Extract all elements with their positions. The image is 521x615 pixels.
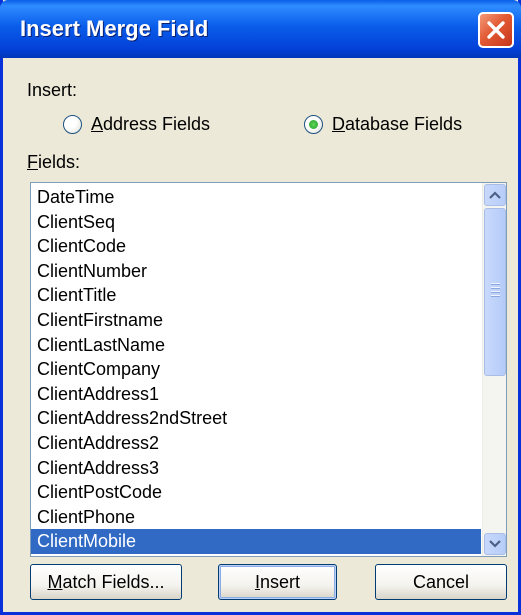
list-item[interactable]: ClientMobile — [31, 529, 481, 554]
database-fields-label: Database Fields — [332, 114, 463, 134]
title-bar[interactable]: Insert Merge Field — [0, 0, 521, 58]
thumb-grip — [491, 295, 500, 296]
list-item[interactable]: ClientFirstname — [31, 308, 481, 333]
fields-label: Fields: — [27, 152, 81, 172]
list-item[interactable]: ClientAddress1 — [31, 382, 481, 407]
chevron-up-icon — [489, 191, 501, 199]
radio-selected-dot — [309, 120, 318, 129]
insert-button[interactable]: Insert — [218, 564, 337, 600]
thumb-grip — [491, 291, 500, 292]
vertical-scrollbar[interactable] — [482, 183, 506, 556]
list-item[interactable]: ClientPhone — [31, 505, 481, 530]
radio-circle — [304, 115, 323, 134]
list-item[interactable]: ClientTitle — [31, 283, 481, 308]
list-item[interactable]: DateTime — [31, 185, 481, 210]
list-item[interactable]: ClientAddress2 — [31, 431, 481, 456]
dialog-title: Insert Merge Field — [20, 16, 209, 41]
close-icon — [487, 21, 505, 39]
database-fields-radio[interactable]: Database Fields — [304, 114, 462, 135]
close-button[interactable] — [478, 12, 514, 48]
address-fields-radio[interactable]: Address Fields — [63, 114, 210, 135]
list-item[interactable]: ClientLastName — [31, 333, 481, 358]
radio-circle — [63, 115, 82, 134]
cancel-button[interactable]: Cancel — [375, 564, 507, 600]
list-item[interactable]: ClientCompany — [31, 357, 481, 382]
list-item[interactable]: ClientAddress3 — [31, 456, 481, 481]
list-item[interactable]: ClientAddress2ndStreet — [31, 406, 481, 431]
insert-merge-field-dialog: Insert Merge Field Insert: Address Field… — [0, 0, 521, 615]
chevron-down-icon — [489, 540, 501, 548]
match-fields-button[interactable]: Match Fields... — [30, 564, 182, 600]
scroll-up-button[interactable] — [484, 184, 506, 206]
list-item[interactable]: ClientNumber — [31, 259, 481, 284]
address-fields-label: Address Fields — [91, 114, 211, 134]
list-item[interactable]: ClientCode — [31, 234, 481, 259]
thumb-grip — [491, 287, 500, 288]
list-item[interactable]: ClientPostCode — [31, 480, 481, 505]
insert-label: Insert: — [27, 80, 78, 100]
scroll-down-button[interactable] — [484, 533, 506, 555]
list-item[interactable]: ClientSeq — [31, 210, 481, 235]
fields-listbox[interactable]: DateTime ClientSeq ClientCode ClientNumber C… — [30, 182, 507, 557]
thumb-grip — [491, 283, 500, 284]
fields-list: DateTime ClientSeq ClientCode ClientNumber C… — [31, 185, 481, 554]
scrollbar-thumb[interactable] — [484, 208, 506, 376]
